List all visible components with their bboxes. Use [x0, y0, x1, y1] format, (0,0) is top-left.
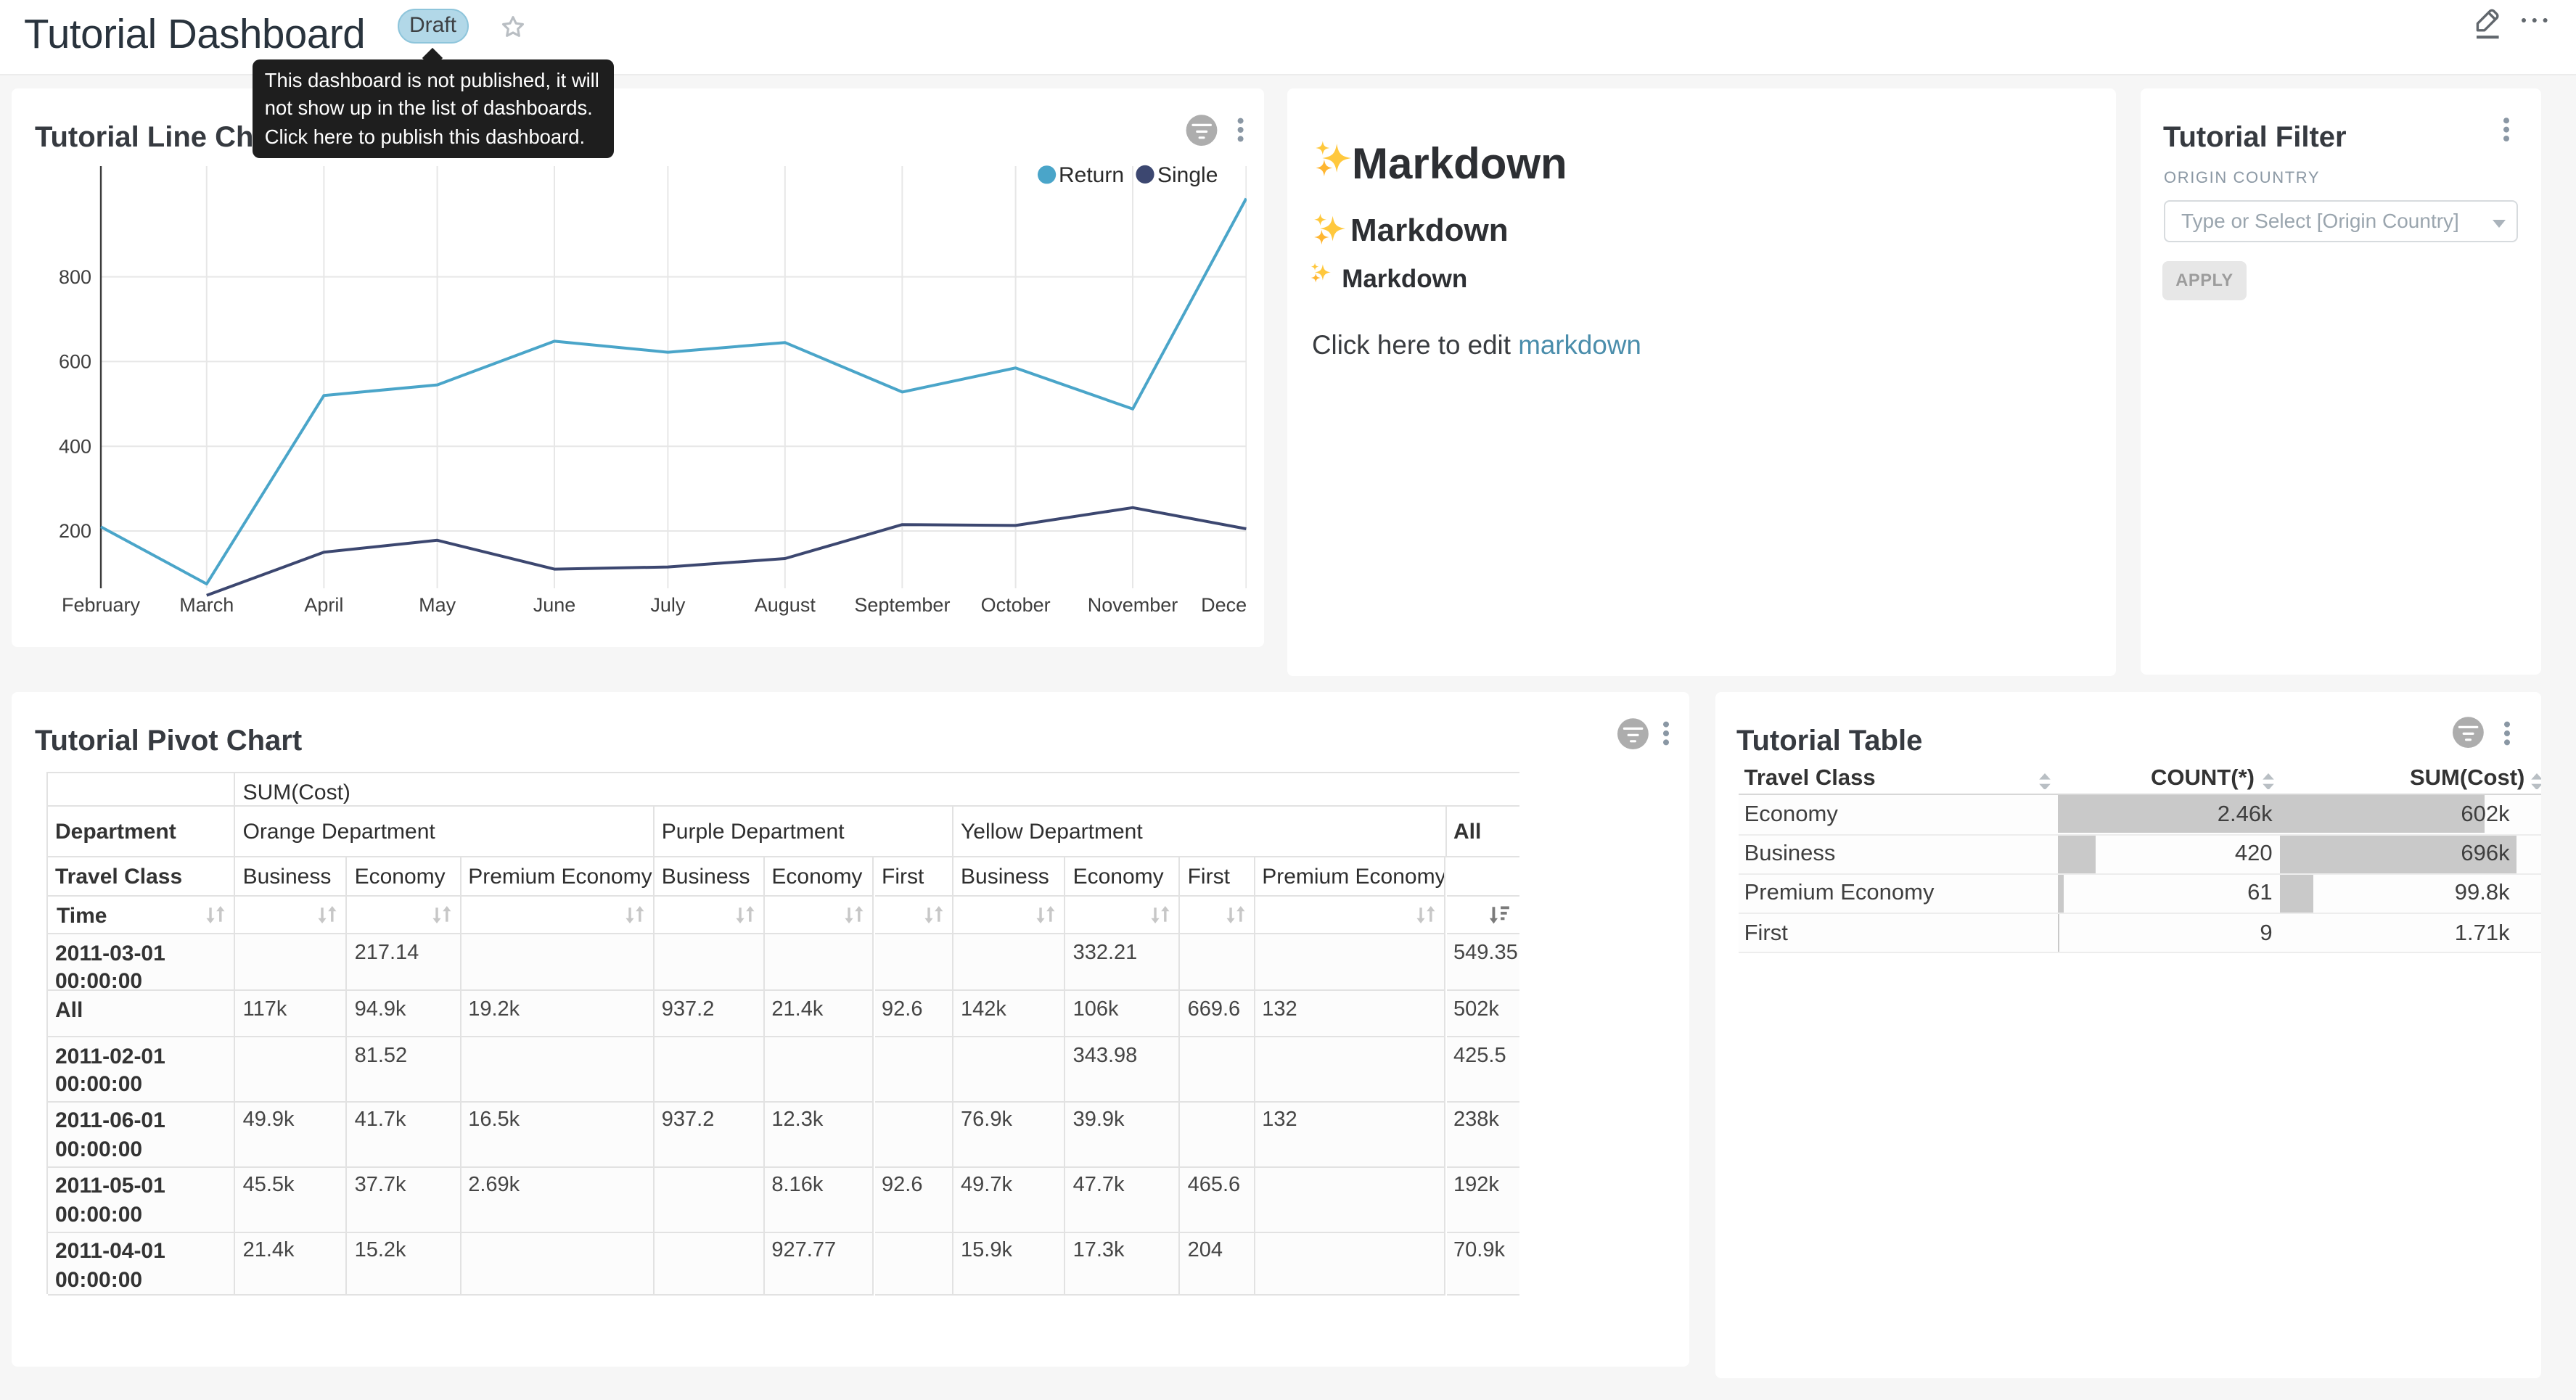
svg-text:June: June [533, 593, 576, 615]
svg-text:September: September [854, 593, 950, 615]
svg-text:February: February [62, 593, 141, 615]
svg-text:April: April [304, 593, 343, 615]
svg-text:Return: Return [1059, 162, 1124, 186]
svg-text:October: October [981, 593, 1051, 615]
svg-text:March: March [179, 593, 234, 615]
svg-text:May: May [419, 593, 456, 615]
svg-text:Single: Single [1157, 162, 1218, 186]
svg-text:400: 400 [59, 435, 91, 456]
svg-text:August: August [755, 593, 816, 615]
svg-text:800: 800 [59, 265, 91, 287]
svg-text:200: 200 [59, 519, 91, 541]
svg-text:December: December [1201, 593, 1247, 615]
svg-text:November: November [1088, 593, 1178, 615]
svg-text:600: 600 [59, 350, 91, 372]
svg-text:July: July [650, 593, 686, 615]
